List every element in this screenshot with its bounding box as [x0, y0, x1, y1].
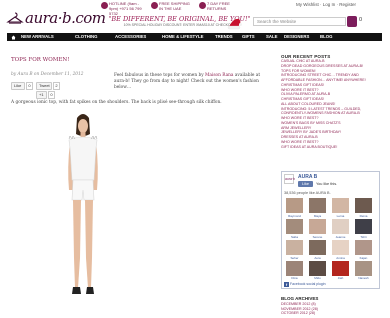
blog-archives-title: BLOG ARCHIVES	[281, 296, 319, 301]
search-input[interactable]: Search the Website	[253, 17, 346, 26]
facebook-like-count: 0	[26, 82, 33, 90]
tweet-count: 2	[53, 82, 60, 90]
recent-post-link[interactable]: GIFT IDEAS AT AURA BOUTIQUE!	[281, 145, 381, 150]
fb-like-status: You like this.	[316, 182, 338, 186]
fb-fan-name[interactable]: Lerna	[332, 214, 349, 218]
facebook-like-button[interactable]: Like	[11, 82, 25, 90]
logo-text[interactable]: aura·b.com	[25, 9, 106, 27]
fb-fan-avatar[interactable]	[332, 219, 349, 234]
returns-text: 7 DAY FREE RETURNS	[207, 1, 230, 11]
santa-hat-icon	[227, 18, 242, 30]
fb-fan-name[interactable]: Serene	[309, 235, 326, 239]
google-plus-button[interactable]: +1	[36, 91, 47, 99]
phone-icon	[101, 2, 108, 9]
home-icon[interactable]	[11, 35, 16, 40]
nav-sale[interactable]: SALE	[266, 33, 277, 41]
recent-posts-list: CASUAL CHIC AT AURA-B DROP DEAD GORGEOUS…	[281, 59, 381, 149]
fb-fan-name[interactable]: Maya	[309, 214, 326, 218]
fb-fan-avatar[interactable]	[286, 240, 303, 255]
fb-fan-name[interactable]: Tshri	[355, 235, 372, 239]
facebook-like-box: aura·b AURA B Like You like this. 38,536…	[281, 171, 380, 289]
nav-trends[interactable]: TRENDS	[215, 33, 233, 41]
post-caption: A gorgeous ionic top, with fat spikes on…	[11, 100, 222, 105]
nav-designers[interactable]: DESIGNERS	[284, 33, 309, 41]
fb-fan-name[interactable]: Reina	[355, 214, 372, 218]
shopping-bag-icon[interactable]	[347, 16, 357, 27]
post-intro: Feel fabulous in these tops for women by…	[114, 73, 261, 90]
truck-icon	[151, 2, 158, 9]
fb-fan-name[interactable]: Aura	[309, 256, 326, 260]
nav-blog[interactable]: BLOG	[320, 33, 332, 41]
fb-fan-name[interactable]: Jiah	[332, 276, 349, 280]
fb-fan-name[interactable]: Amina	[332, 256, 349, 260]
fb-fan-name[interactable]: Mido	[309, 276, 326, 280]
designer-link[interactable]: Maison Rana	[205, 73, 234, 78]
fb-fan-avatar[interactable]	[332, 240, 349, 255]
archive-link[interactable]: OCTOBER 2012 (28)	[281, 311, 318, 316]
returns-icon	[199, 2, 206, 9]
nav-new-arrivals[interactable]: NEW ARRIVALS	[21, 33, 54, 41]
fb-fan-name[interactable]: Jeanne	[332, 235, 349, 239]
fb-social-plugin-label[interactable]: Facebook social plugin	[290, 282, 326, 286]
account-links[interactable]: My Wishlist · Log In · Register	[296, 2, 356, 7]
nav-clothing[interactable]: CLOTHING	[75, 33, 97, 41]
archive-link[interactable]: DECEMBER 2012 (8)	[281, 302, 318, 307]
fb-fan-name[interactable]: Seher	[286, 256, 303, 260]
fb-page-name[interactable]: AURA B	[298, 174, 317, 180]
fb-fan-avatar[interactable]	[332, 261, 349, 276]
fb-fan-avatar[interactable]	[355, 219, 372, 234]
fb-fan-avatar[interactable]	[286, 198, 303, 213]
post-title[interactable]: TOPS FOR WOMEN!	[11, 57, 69, 63]
fb-fan-name[interactable]: Saba	[286, 235, 303, 239]
hanger-logo-icon[interactable]	[6, 11, 24, 25]
fb-fan-avatar[interactable]	[286, 261, 303, 276]
tweet-button[interactable]: Tweet	[36, 82, 52, 90]
fb-fan-avatar[interactable]	[309, 261, 326, 276]
fb-fan-avatar[interactable]	[309, 219, 326, 234]
fb-fan-name[interactable]: Raymond	[286, 214, 303, 218]
fb-like-count: 38,536 people like AURA B.	[284, 191, 331, 195]
fb-fan-avatar[interactable]	[355, 198, 372, 213]
fb-fan-avatar[interactable]	[286, 219, 303, 234]
fb-fan-avatar[interactable]	[332, 198, 349, 213]
fb-fan-avatar[interactable]	[355, 261, 372, 276]
fb-page-logo[interactable]: aura·b	[284, 174, 295, 184]
fb-fan-name[interactable]: Kajan	[355, 256, 372, 260]
post-meta: by Aura B on December 11, 2012	[11, 72, 84, 77]
blog-archives-list: DECEMBER 2012 (8) NOVEMBER 2012 (28) OCT…	[281, 302, 318, 316]
hotline-text: HOTLINE (9am -9pm) +971 56 799 5732	[109, 1, 142, 16]
nav-home-lifestyle[interactable]: HOME & LIFESTYLE	[162, 33, 204, 41]
fb-fan-avatar[interactable]	[309, 198, 326, 213]
model-photo	[68, 114, 98, 294]
nav-gifts[interactable]: GIFTS	[242, 33, 255, 41]
shipping-text: FREE SHIPPING IN THE UAE	[159, 1, 190, 11]
facebook-icon: f	[284, 282, 289, 287]
fb-fan-name[interactable]: Nanesh	[355, 276, 372, 280]
main-nav: NEW ARRIVALS CLOTHING ACCESSORIES HOME &…	[7, 33, 382, 41]
google-plus-count: 0	[48, 91, 55, 99]
fb-fan-name[interactable]: Dina	[286, 276, 303, 280]
cart-count[interactable]: 0	[359, 17, 362, 23]
fb-fan-avatar[interactable]	[309, 240, 326, 255]
nav-accessories[interactable]: ACCESSORIES	[115, 33, 146, 41]
fb-fan-avatar[interactable]	[355, 240, 372, 255]
fb-like-button[interactable]: Like	[298, 181, 313, 187]
